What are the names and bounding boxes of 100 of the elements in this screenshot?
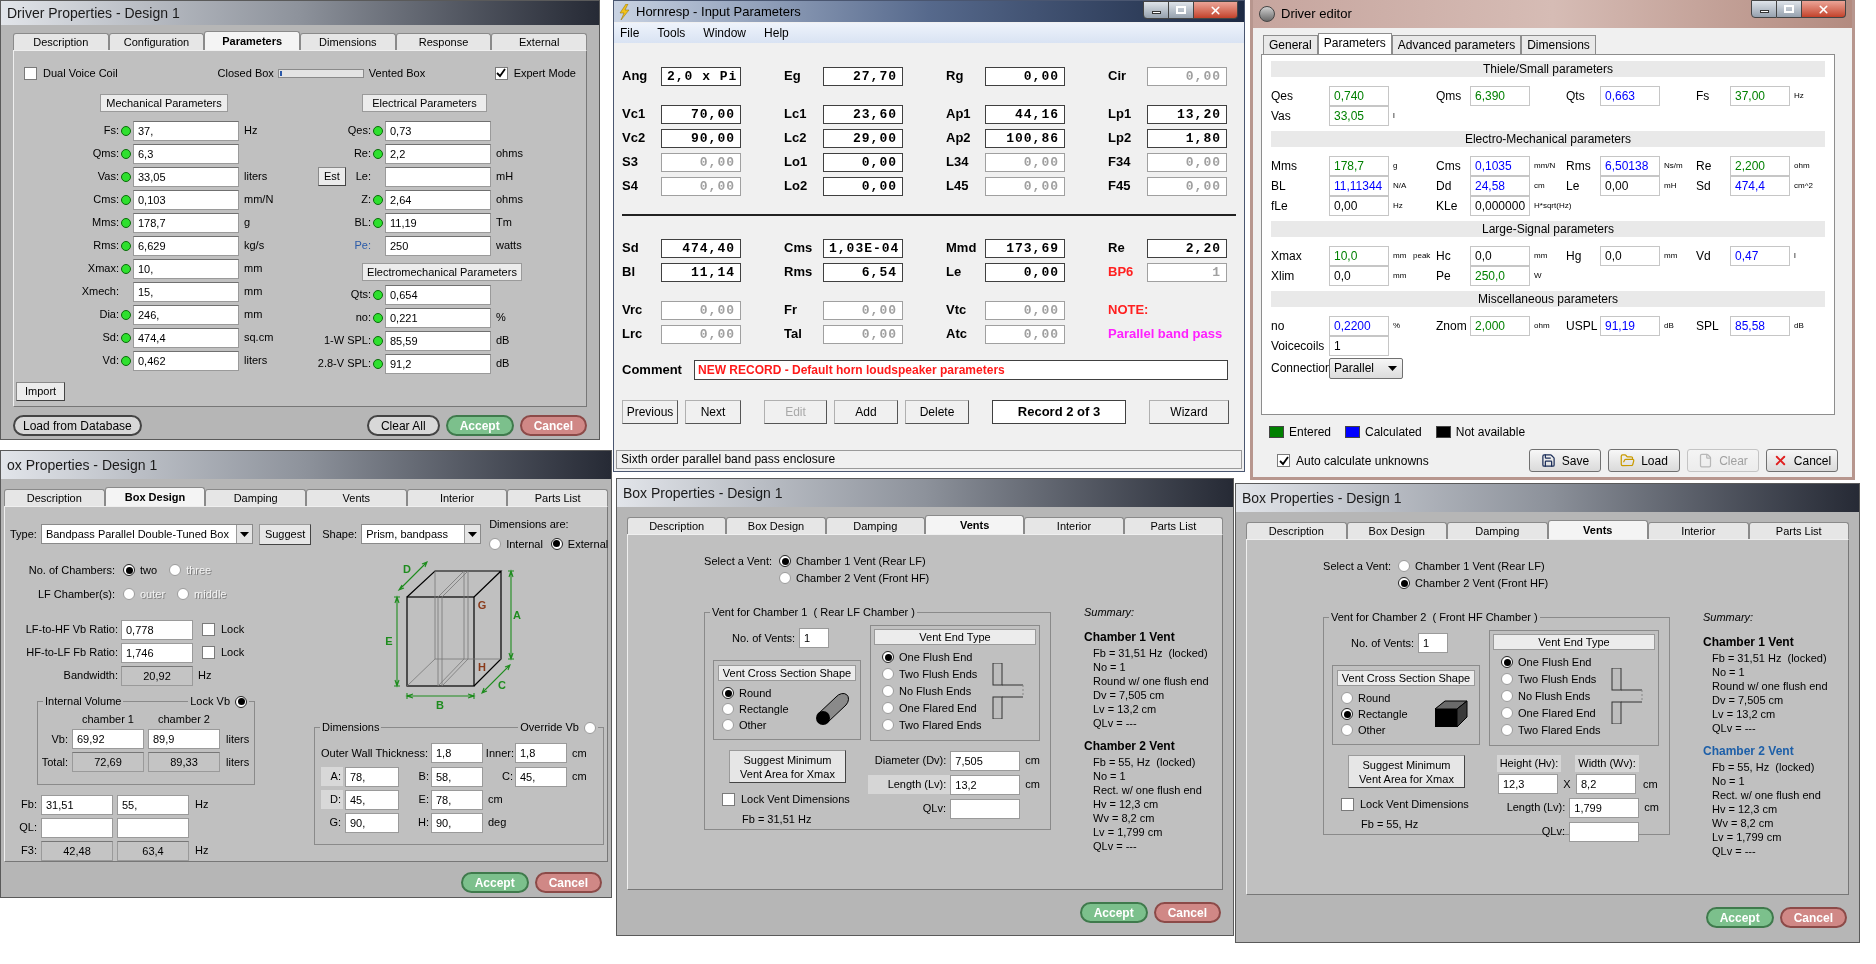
record-button[interactable]: Delete xyxy=(905,400,969,424)
radio-button[interactable] xyxy=(882,702,894,714)
load-button[interactable]: Load xyxy=(1608,449,1680,472)
input-field[interactable]: 246, xyxy=(133,304,239,325)
tab[interactable]: Dimensions xyxy=(300,33,396,50)
suggest-button[interactable]: Suggest xyxy=(258,523,312,545)
radio-button[interactable] xyxy=(489,537,502,550)
input-field[interactable]: 45, xyxy=(345,789,399,810)
radio-button[interactable] xyxy=(1501,724,1513,736)
input-field[interactable]: 0,00 xyxy=(1329,196,1389,216)
input-field[interactable]: 10,0 xyxy=(1329,246,1389,266)
input-field[interactable]: 1,746 xyxy=(121,642,193,663)
radio-label[interactable]: Round xyxy=(1358,689,1391,707)
radio-label[interactable]: Chamber 2 Vent (Front HF) xyxy=(796,569,930,587)
radio-label[interactable]: One Flared End xyxy=(1518,704,1596,722)
tab[interactable]: Box Design xyxy=(1346,522,1447,539)
input-field[interactable]: 2,64 xyxy=(385,189,491,210)
input-field[interactable]: 89,9 xyxy=(148,729,220,749)
radio-label[interactable]: Internal xyxy=(506,535,543,552)
input-field[interactable]: 1 xyxy=(1329,336,1389,356)
input-field[interactable]: 0,740 xyxy=(1329,86,1389,106)
tab[interactable]: Parts List xyxy=(507,489,609,506)
input-field[interactable]: 0,221 xyxy=(385,307,491,328)
input-field[interactable]: 90, xyxy=(431,812,483,833)
radio-label[interactable]: Chamber 2 Vent (Front HF) xyxy=(1415,574,1549,592)
radio-button[interactable] xyxy=(550,537,563,550)
tab[interactable]: Vents xyxy=(925,515,1025,534)
input-field[interactable]: 1,799 xyxy=(1569,797,1640,818)
input-field[interactable] xyxy=(385,166,491,187)
input-field[interactable]: 33,05 xyxy=(133,166,239,187)
radio-label[interactable]: two xyxy=(140,561,158,579)
checkbox[interactable]: Lock xyxy=(202,644,245,661)
input-field[interactable]: 58, xyxy=(431,766,483,787)
input-field[interactable]: 1 xyxy=(799,628,829,648)
radio-label[interactable]: Round xyxy=(739,684,772,702)
input-field[interactable]: 2,200 xyxy=(1730,156,1790,176)
tab[interactable]: Response xyxy=(395,33,492,50)
input-field[interactable]: 474,4 xyxy=(133,327,239,348)
input-field[interactable]: 0,654 xyxy=(385,284,491,305)
input-field[interactable]: 55, xyxy=(117,794,189,815)
tab[interactable]: Interior xyxy=(406,489,508,506)
checkbox[interactable]: Lock xyxy=(202,621,245,638)
suggest-button[interactable]: Suggest Minimum Vent Area for Xmax xyxy=(729,750,846,783)
input-field[interactable]: 2,000 xyxy=(1470,316,1530,336)
input-field[interactable]: 173,69 xyxy=(985,238,1065,258)
close-button[interactable] xyxy=(1194,1,1238,19)
clear-all-button[interactable]: Clear All xyxy=(366,415,440,436)
checkbox[interactable]: Dual Voice Coil xyxy=(24,64,118,82)
input-field[interactable]: 23,60 xyxy=(823,104,903,124)
radio-button[interactable] xyxy=(1398,560,1410,572)
radio-button[interactable] xyxy=(779,572,791,584)
record-button[interactable]: Next xyxy=(685,400,741,424)
tab[interactable]: Configuration xyxy=(108,33,205,50)
close-button[interactable] xyxy=(1802,0,1846,18)
input-field[interactable]: 250,0 xyxy=(1470,266,1530,286)
wizard-button[interactable]: Wizard xyxy=(1149,400,1229,424)
input-field[interactable]: 474,40 xyxy=(661,238,741,258)
input-field[interactable] xyxy=(950,798,1020,819)
comment-field[interactable]: NEW RECORD - Default horn loudspeaker parameters xyxy=(694,360,1228,380)
radio-label[interactable]: One Flush End xyxy=(899,648,973,666)
input-field[interactable]: 91,19 xyxy=(1600,316,1660,336)
input-field[interactable]: 90,00 xyxy=(661,128,741,148)
maximize-button[interactable] xyxy=(1777,0,1802,18)
input-field[interactable]: 69,92 xyxy=(72,729,144,749)
input-field[interactable]: 45, xyxy=(515,766,567,787)
radio-label[interactable]: Other xyxy=(1358,721,1386,739)
input-field[interactable]: 2,20 xyxy=(1147,238,1227,258)
radio-button[interactable] xyxy=(1501,656,1513,668)
tab[interactable]: General xyxy=(1263,35,1318,54)
input-field[interactable]: 0,00 xyxy=(823,176,903,196)
radio-button[interactable] xyxy=(235,695,247,708)
input-field[interactable]: 1,80 xyxy=(1147,128,1227,148)
maximize-button[interactable] xyxy=(1169,1,1194,19)
tab[interactable]: Description xyxy=(627,517,727,534)
radio-label[interactable]: One Flared End xyxy=(899,699,977,717)
radio-button[interactable] xyxy=(882,685,894,697)
input-field[interactable]: 0,462 xyxy=(133,350,239,371)
tab[interactable]: Advanced parameters xyxy=(1391,35,1522,54)
suggest-button[interactable]: Suggest Minimum Vent Area for Xmax xyxy=(1348,755,1465,788)
input-field[interactable]: 8,2 xyxy=(1576,774,1636,794)
input-field[interactable]: 100,86 xyxy=(985,128,1065,148)
input-field[interactable]: 178,7 xyxy=(1329,156,1389,176)
input-field[interactable]: 78, xyxy=(431,789,483,810)
record-button[interactable]: Previous xyxy=(622,400,678,424)
input-field[interactable]: 2,0 x Pi xyxy=(661,66,741,86)
estimate-button[interactable]: Est xyxy=(318,167,346,186)
tab[interactable]: Box Design xyxy=(104,487,206,506)
radio-label[interactable]: Two Flared Ends xyxy=(1518,721,1601,739)
input-field[interactable]: 27,70 xyxy=(823,66,903,86)
tab[interactable]: Description xyxy=(1246,522,1347,539)
radio-button[interactable] xyxy=(123,564,135,576)
input-field[interactable]: 85,58 xyxy=(1730,316,1790,336)
type-dropdown[interactable]: Bandpass Parallel Double-Tuned Box xyxy=(40,524,253,544)
tab[interactable]: Dimensions xyxy=(1521,35,1596,54)
tab[interactable]: Vents xyxy=(1547,520,1648,539)
input-field[interactable]: 6,3 xyxy=(133,143,239,164)
tab[interactable]: Parameters xyxy=(1317,33,1392,54)
input-field[interactable]: 70,00 xyxy=(661,104,741,124)
tab[interactable]: Vents xyxy=(306,489,407,506)
input-field[interactable]: 90, xyxy=(345,812,399,833)
